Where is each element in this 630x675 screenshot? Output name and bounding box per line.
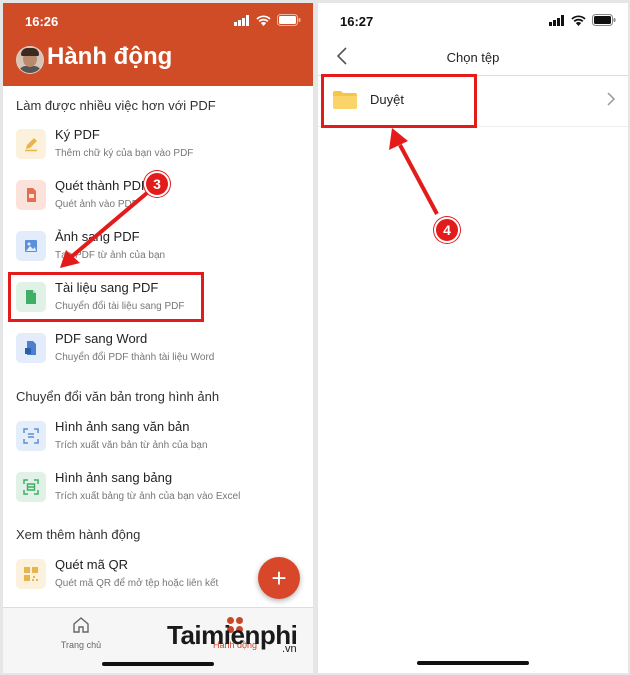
step-badge-3: 3 bbox=[144, 171, 170, 197]
annotation-arrows bbox=[60, 128, 439, 268]
arrow-step-4 bbox=[398, 144, 439, 215]
watermark-suffix: .vn bbox=[282, 643, 297, 655]
watermark-logo: Taimienphi bbox=[167, 620, 298, 650]
arrow-step-3 bbox=[68, 191, 149, 260]
step-badge-4: 4 bbox=[434, 217, 460, 243]
arrowhead-step-4 bbox=[389, 128, 408, 150]
